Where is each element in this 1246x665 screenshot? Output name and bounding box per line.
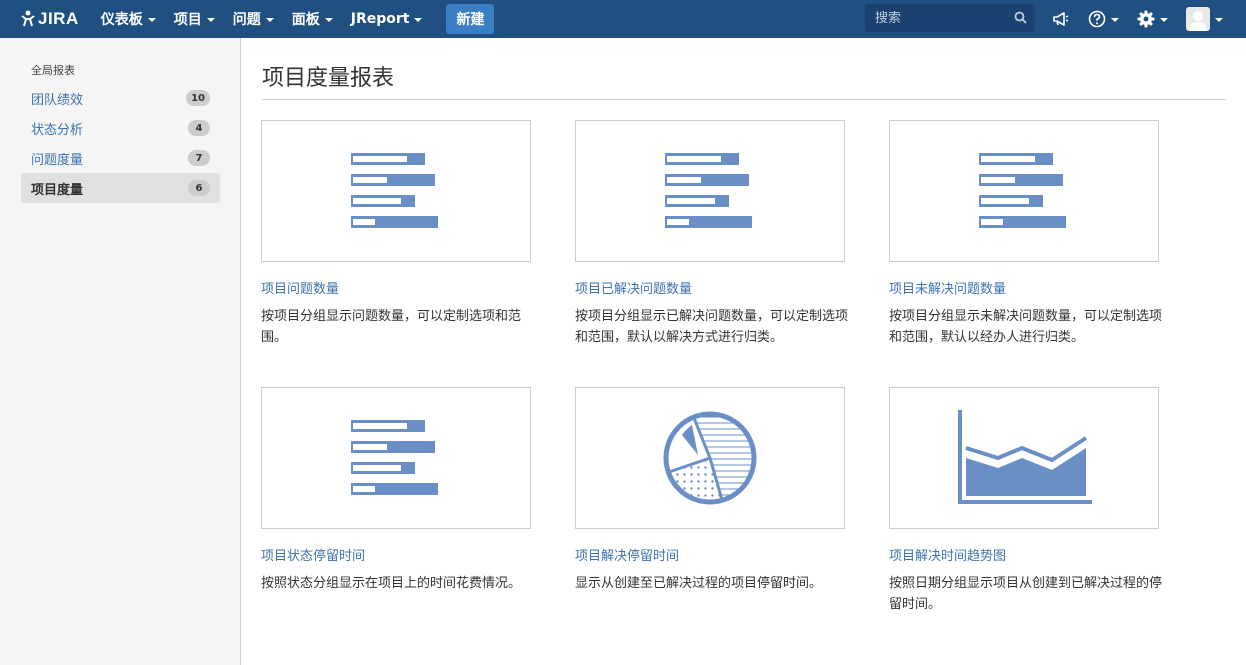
help-icon <box>1088 10 1106 28</box>
count-badge: 7 <box>188 150 210 166</box>
top-navigation-bar: JIRA 仪表板 项目 问题 面板 JReport 新建 <box>0 0 1246 38</box>
megaphone-icon <box>1053 12 1069 26</box>
nav-dashboards-menu[interactable]: 仪表板 <box>101 9 156 29</box>
area-chart-icon <box>958 410 1092 504</box>
nav-jreport-label: JReport <box>350 11 410 27</box>
jira-logo[interactable]: JIRA <box>20 9 79 29</box>
search-input[interactable] <box>875 10 1005 26</box>
nav-dashboards-label: 仪表板 <box>100 12 143 28</box>
nav-boards-menu[interactable]: 面板 <box>292 9 333 29</box>
gear-icon <box>1137 10 1155 28</box>
report-card-image[interactable] <box>261 387 531 529</box>
settings-menu[interactable] <box>1137 10 1168 28</box>
report-title-link[interactable]: 项目状态停留时间 <box>261 545 365 564</box>
title-divider <box>262 99 1226 100</box>
report-description: 显示从创建至已解决过程的项目停留时间。 <box>575 576 823 591</box>
sidebar-item-label: 项目度量 <box>31 182 84 198</box>
nav-issues-label: 问题 <box>232 12 261 28</box>
logo-text: JIRA <box>38 9 79 28</box>
user-avatar-icon <box>1189 11 1207 31</box>
chevron-down-icon <box>1160 18 1168 22</box>
report-title-link[interactable]: 项目解决时间趋势图 <box>889 545 1006 564</box>
sidebar-item-team-performance[interactable]: 团队绩效 10 <box>21 83 220 113</box>
report-description: 按项目分组显示未解决问题数量，可以定制选项和范围，默认以经办人进行归类。 <box>889 309 1163 345</box>
chevron-down-icon <box>1215 18 1223 22</box>
search-box <box>865 4 1035 32</box>
sidebar-item-label: 问题度量 <box>31 152 84 168</box>
nav-issues-menu[interactable]: 问题 <box>233 9 274 29</box>
sidebar-item-status-analysis[interactable]: 状态分析 4 <box>21 113 220 143</box>
report-title-link[interactable]: 项目未解决问题数量 <box>889 278 1006 297</box>
report-card-image[interactable] <box>889 120 1159 262</box>
report-card-image[interactable] <box>575 387 845 529</box>
pie-chart-icon <box>663 411 757 505</box>
chevron-down-icon <box>265 18 274 22</box>
search-icon[interactable] <box>1014 11 1027 24</box>
sidebar-item-issue-metrics[interactable]: 问题度量 7 <box>21 143 220 173</box>
report-title-link[interactable]: 项目已解决问题数量 <box>575 278 692 297</box>
chevron-down-icon <box>147 18 156 22</box>
create-button[interactable]: 新建 <box>446 4 495 34</box>
sidebar-item-label: 团队绩效 <box>31 92 84 108</box>
bar-chart-icon <box>665 153 752 228</box>
sidebar: 全局报表 团队绩效 10 状态分析 4 问题度量 7 项目度量 6 <box>0 38 241 665</box>
report-description: 按项目分组显示问题数量，可以定制选项和范围。 <box>261 309 522 345</box>
sidebar-item-label: 状态分析 <box>31 122 84 138</box>
chevron-down-icon <box>414 18 423 22</box>
report-description: 按照日期分组显示项目从创建到已解决过程的停留时间。 <box>889 576 1163 612</box>
report-card-image[interactable] <box>889 387 1159 529</box>
bar-chart-icon <box>351 153 438 228</box>
nav-boards-label: 面板 <box>291 12 320 28</box>
nav-projects-label: 项目 <box>173 12 202 28</box>
feedback-button[interactable] <box>1052 11 1070 27</box>
page-title: 项目度量报表 <box>262 66 395 91</box>
nav-projects-menu[interactable]: 项目 <box>174 9 215 29</box>
chevron-down-icon <box>206 18 215 22</box>
report-description: 按照状态分组显示在项目上的时间花费情况。 <box>261 576 522 591</box>
help-menu[interactable] <box>1088 10 1119 28</box>
chevron-down-icon <box>1111 18 1119 22</box>
sidebar-item-project-metrics[interactable]: 项目度量 6 <box>21 173 220 203</box>
report-title-link[interactable]: 项目问题数量 <box>261 278 339 297</box>
sidebar-heading: 全局报表 <box>31 64 75 77</box>
report-description: 按项目分组显示已解决问题数量，可以定制选项和范围，默认以解决方式进行归类。 <box>575 309 849 345</box>
bar-chart-icon <box>979 153 1066 228</box>
report-card-image[interactable] <box>261 120 531 262</box>
avatar <box>1186 7 1210 31</box>
report-title-link[interactable]: 项目解决停留时间 <box>575 545 679 564</box>
chevron-down-icon <box>324 18 333 22</box>
count-badge: 6 <box>188 180 210 196</box>
count-badge: 10 <box>186 90 210 106</box>
report-card-image[interactable] <box>575 120 845 262</box>
bar-chart-icon <box>351 420 438 495</box>
nav-jreport-menu[interactable]: JReport <box>351 11 423 27</box>
jira-logo-icon <box>21 10 35 27</box>
user-profile-menu[interactable] <box>1186 7 1223 31</box>
count-badge: 4 <box>188 120 210 136</box>
header-actions <box>1052 0 1241 38</box>
